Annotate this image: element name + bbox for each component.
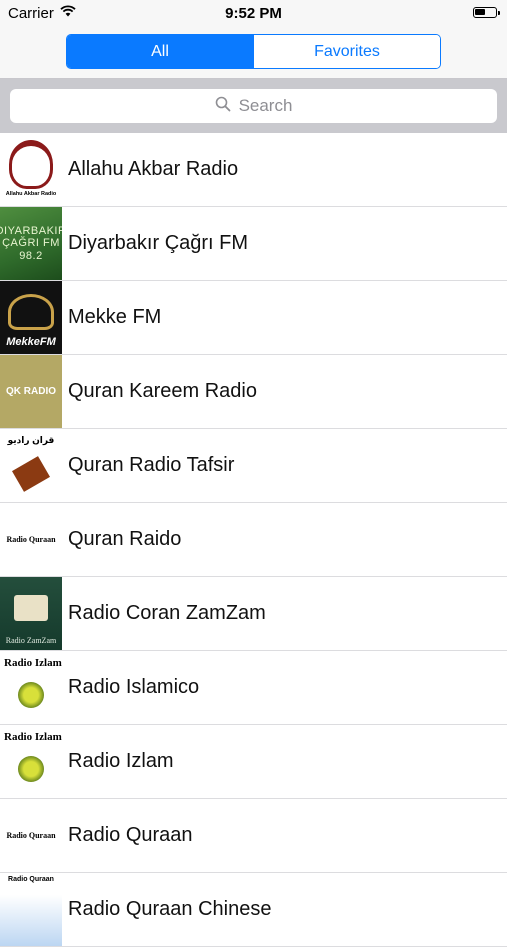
station-name: Quran Kareem Radio xyxy=(68,380,257,402)
station-name: Mekke FM xyxy=(68,306,162,328)
search-input[interactable]: Search xyxy=(10,89,497,123)
station-name: Radio Izlam xyxy=(68,750,174,772)
station-name: Radio Islamico xyxy=(68,676,200,698)
station-name: Diyarbakır Çağrı FM xyxy=(68,232,249,254)
station-row[interactable]: Radio Quraan Quran Raido xyxy=(0,503,507,577)
search-placeholder: Search xyxy=(238,96,293,115)
station-logo: Radio Izlam xyxy=(0,725,62,798)
battery-level xyxy=(475,9,485,15)
station-logo: Radio ZamZam xyxy=(0,577,62,650)
station-logo: قران راديو xyxy=(0,429,62,502)
station-logo: Allahu Akbar Radio xyxy=(0,133,62,206)
station-row[interactable]: Radio Quraan Radio Quraan Chinese xyxy=(0,873,507,947)
station-row[interactable]: Radio Izlam Radio Izlam xyxy=(0,725,507,799)
status-time: 9:52 PM xyxy=(225,5,282,22)
station-logo: Radio Izlam xyxy=(0,651,62,724)
station-row[interactable]: QK RADIO Quran Kareem Radio xyxy=(0,355,507,429)
search-bar: Search xyxy=(0,79,507,133)
station-logo: DIYARBAKIR ÇAĞRI FM 98.2 xyxy=(0,207,62,280)
station-logo: MekkeFM xyxy=(0,281,62,354)
filter-segmented-control: All Favorites xyxy=(66,34,441,69)
station-name: Radio Quraan Chinese xyxy=(68,898,272,920)
battery-icon xyxy=(473,7,500,18)
station-name: Radio Coran ZamZam xyxy=(68,602,266,624)
station-list: Allahu Akbar Radio Allahu Akbar Radio DI… xyxy=(0,133,507,947)
station-row[interactable]: قران راديو Quran Radio Tafsir xyxy=(0,429,507,503)
station-row[interactable]: Radio ZamZam Radio Coran ZamZam xyxy=(0,577,507,651)
station-name: Quran Radio Tafsir xyxy=(68,454,235,476)
station-logo: QK RADIO xyxy=(0,355,62,428)
nav-bar: All Favorites xyxy=(0,28,507,79)
station-name: Quran Raido xyxy=(68,528,182,550)
station-logo: Radio Quraan xyxy=(0,503,62,576)
search-icon xyxy=(215,96,239,117)
segment-all[interactable]: All xyxy=(67,35,253,68)
station-row[interactable]: DIYARBAKIR ÇAĞRI FM 98.2 Diyarbakır Çağr… xyxy=(0,207,507,281)
station-name: Radio Quraan xyxy=(68,824,193,846)
station-name: Allahu Akbar Radio xyxy=(68,158,239,180)
station-logo: Radio Quraan xyxy=(0,873,62,946)
segment-favorites[interactable]: Favorites xyxy=(253,35,440,68)
status-bar: Carrier 9:52 PM xyxy=(0,0,507,28)
station-row[interactable]: Radio Izlam Radio Islamico xyxy=(0,651,507,725)
station-logo: Radio Quraan xyxy=(0,799,62,872)
station-row[interactable]: Allahu Akbar Radio Allahu Akbar Radio xyxy=(0,133,507,207)
station-row[interactable]: Radio Quraan Radio Quraan xyxy=(0,799,507,873)
station-row[interactable]: MekkeFM Mekke FM xyxy=(0,281,507,355)
